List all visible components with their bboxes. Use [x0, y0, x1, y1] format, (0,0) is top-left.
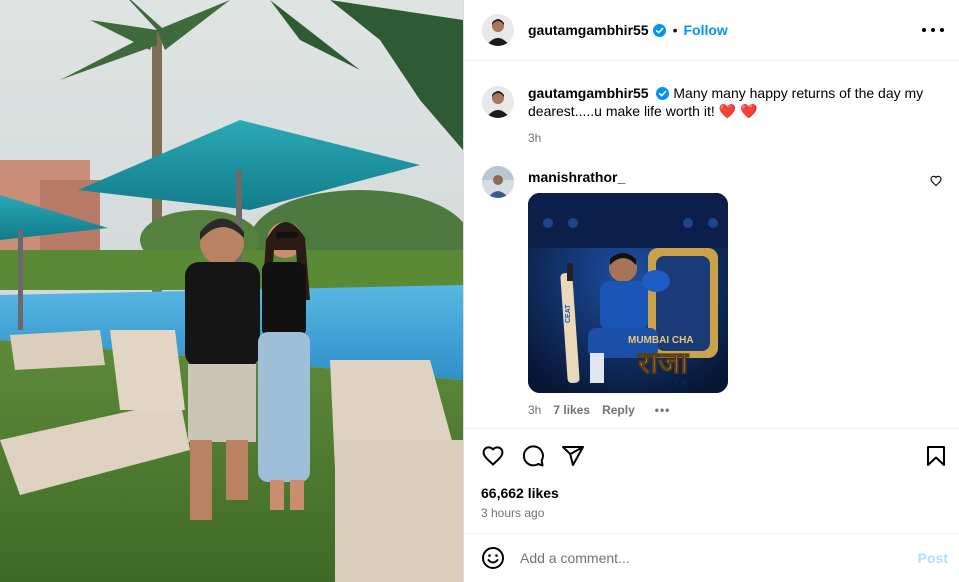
post-side-panel: gautamgambhir55 • Follow gautamgambhir55…: [463, 0, 959, 582]
share-icon[interactable]: [561, 444, 585, 468]
avatar-image: [482, 14, 514, 46]
post-photo-illustration: [0, 0, 463, 582]
verified-badge-icon: [652, 23, 666, 37]
add-comment-bar: Post: [464, 533, 959, 582]
comment-body: manishrathor_ CEAT MUMBAI CHA राजा 3h 7 …: [528, 166, 728, 417]
more-dot: [922, 28, 926, 32]
post-action-buttons: [481, 444, 601, 468]
follow-button[interactable]: Follow: [684, 22, 728, 38]
comment-likes[interactable]: 7 likes: [553, 403, 590, 417]
comment-input[interactable]: [520, 550, 900, 566]
commenter-username[interactable]: manishrathor_: [528, 169, 728, 185]
more-dot: [940, 28, 944, 32]
bookmark-icon[interactable]: [924, 444, 948, 468]
more-dot: [931, 28, 935, 32]
comment-meta: 3h 7 likes Reply •••: [528, 403, 728, 417]
comment-reply-button[interactable]: Reply: [602, 403, 635, 417]
caption-username[interactable]: gautamgambhir55: [528, 85, 649, 101]
post-timestamp[interactable]: 3 hours ago: [481, 506, 544, 520]
author-username[interactable]: gautamgambhir55: [528, 22, 649, 38]
comment-heart-icon[interactable]: [930, 175, 942, 187]
comment-gif[interactable]: CEAT MUMBAI CHA राजा: [528, 193, 728, 393]
comment-item: manishrathor_ CEAT MUMBAI CHA राजा 3h 7 …: [482, 166, 952, 417]
instagram-post-modal: gautamgambhir55 • Follow gautamgambhir55…: [0, 0, 959, 582]
gif-overlay-big: राजा: [637, 346, 689, 381]
post-like-count[interactable]: 66,662 likes: [481, 485, 559, 501]
caption-author-avatar[interactable]: [482, 86, 514, 118]
verified-badge-icon: [656, 87, 670, 100]
bat-brand: CEAT: [565, 304, 572, 323]
post-actions-section: 66,662 likes 3 hours ago: [464, 428, 959, 532]
avatar-image: [482, 86, 514, 118]
post-header: gautamgambhir55 • Follow: [464, 0, 959, 61]
gif-overlay-small: MUMBAI CHA: [628, 335, 694, 346]
avatar-image: [482, 166, 514, 198]
caption-timestamp[interactable]: 3h: [528, 131, 938, 145]
caption-body: gautamgambhir55 Many many happy returns …: [528, 84, 938, 145]
header-separator: •: [672, 22, 678, 38]
comment-gif-image: CEAT MUMBAI CHA राजा: [528, 193, 728, 393]
heart-icon[interactable]: [481, 444, 505, 468]
caption-text-block: gautamgambhir55 Many many happy returns …: [528, 84, 938, 120]
comment-more-options[interactable]: •••: [655, 403, 671, 417]
post-caption: gautamgambhir55 Many many happy returns …: [482, 84, 942, 145]
author-avatar[interactable]: [482, 14, 514, 46]
more-options-icon[interactable]: [922, 20, 944, 40]
emoji-icon[interactable]: [481, 546, 505, 570]
commenter-avatar[interactable]: [482, 166, 514, 198]
post-comment-button[interactable]: Post: [918, 550, 948, 566]
caption-emoji: ❤️ ❤️: [718, 103, 758, 119]
post-photo[interactable]: [0, 0, 463, 582]
comment-icon[interactable]: [521, 444, 545, 468]
comment-timestamp[interactable]: 3h: [528, 403, 541, 417]
